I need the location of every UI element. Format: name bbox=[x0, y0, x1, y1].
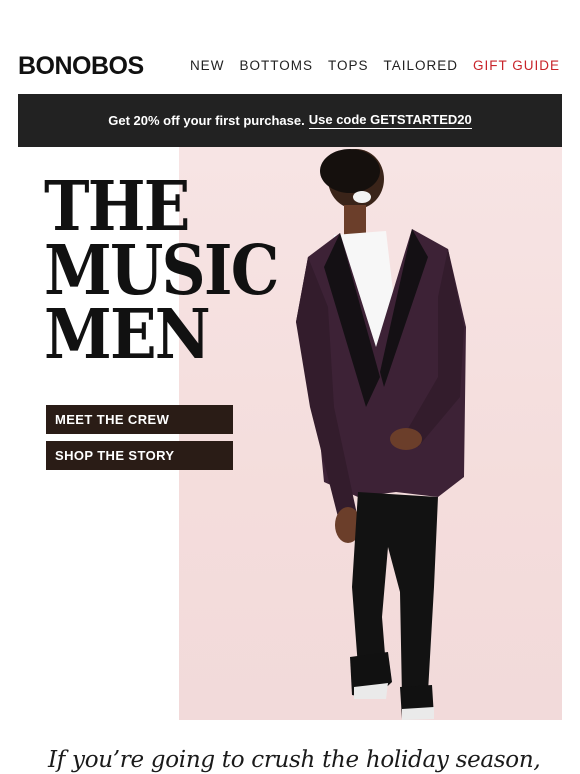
hero-headline: THE MUSIC MEN bbox=[44, 167, 279, 375]
promo-banner[interactable]: Get 20% off your first purchase. Use cod… bbox=[18, 94, 562, 147]
nav-item-bottoms[interactable]: BOTTOMS bbox=[239, 58, 313, 73]
main-nav: NEW BOTTOMS TOPS TAILORED GIFT GUIDE bbox=[190, 58, 560, 73]
brand-logo[interactable]: BONOBOS bbox=[18, 52, 144, 81]
header: BONOBOS NEW BOTTOMS TOPS TAILORED GIFT G… bbox=[0, 0, 580, 94]
headline-line-1: THE bbox=[44, 167, 190, 247]
headline-line-3: MEN bbox=[44, 295, 211, 375]
headline-line-2: MUSIC bbox=[44, 231, 279, 311]
intro-text: If you’re going to crush the holiday sea… bbox=[48, 747, 541, 773]
nav-item-new[interactable]: NEW bbox=[190, 58, 225, 73]
hero-model-image[interactable] bbox=[288, 147, 538, 720]
meet-the-crew-button[interactable]: MEET THE CREW bbox=[46, 405, 233, 434]
nav-item-gift-guide[interactable]: GIFT GUIDE bbox=[473, 58, 560, 73]
nav-item-tailored[interactable]: TAILORED bbox=[383, 58, 458, 73]
hero-section: THE MUSIC MEN MEET THE CREW SHOP THE STO… bbox=[18, 147, 562, 720]
promo-code-link[interactable]: Use code GETSTARTED20 bbox=[308, 112, 472, 129]
shop-the-story-button[interactable]: SHOP THE STORY bbox=[46, 441, 233, 470]
nav-item-tops[interactable]: TOPS bbox=[328, 58, 369, 73]
promo-text: Get 20% off your first purchase. bbox=[108, 113, 305, 128]
